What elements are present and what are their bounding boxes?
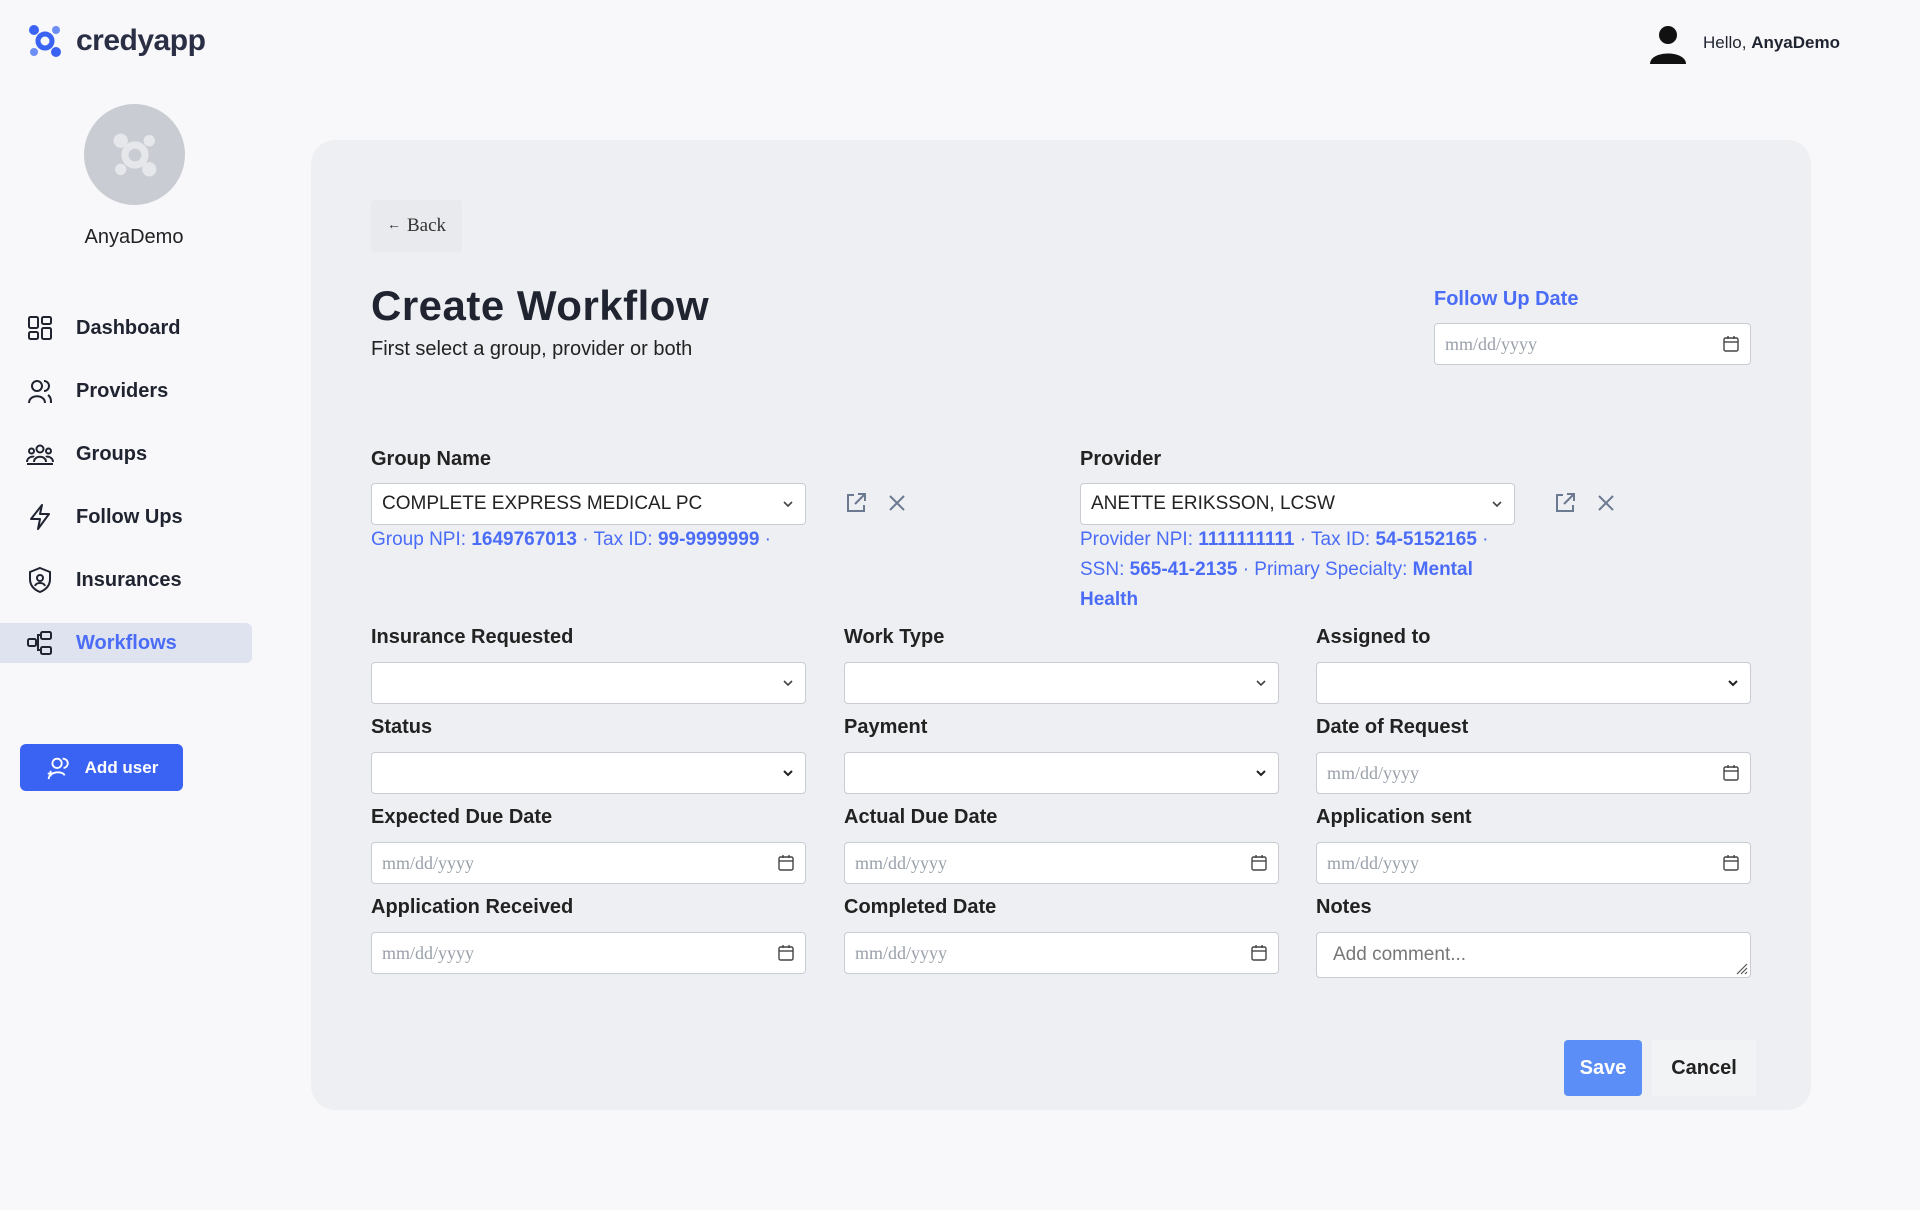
brand-name: credyapp [76,24,206,57]
application-received-label: Application Received [371,896,574,918]
provider-value: ANETTE ERIKSSON, LCSW [1091,493,1335,514]
assigned-to-label: Assigned to [1316,626,1431,648]
greeting-username: AnyaDemo [1751,33,1840,52]
resize-handle-icon[interactable] [1734,961,1748,975]
arrow-left-icon: ← [387,218,401,233]
group-name-value: COMPLETE EXPRESS MEDICAL PC [382,493,703,514]
sidebar-item-label: Workflows [76,631,177,654]
actual-due-date-input[interactable]: mm/dd/yyyy [844,842,1279,884]
sidebar-item-dashboard[interactable]: Dashboard [0,308,252,348]
calendar-icon[interactable] [777,944,795,962]
insurance-requested-label: Insurance Requested [371,626,574,648]
work-type-select[interactable] [844,662,1279,704]
providers-icon [28,380,52,404]
add-user-label: Add user [84,757,159,777]
status-select[interactable] [371,752,806,794]
create-workflow-card: ← Back Create Workflow First select a gr… [311,140,1811,1110]
lightning-icon [30,504,50,530]
application-sent-label: Application sent [1316,806,1472,828]
chevron-down-icon [783,680,793,687]
follow-up-date-input[interactable]: mm/dd/yyyy [1434,323,1751,365]
greeting-text: Hello, AnyaDemo [1702,33,1840,52]
calendar-icon[interactable] [1722,854,1740,872]
expected-due-date-input[interactable]: mm/dd/yyyy [371,842,806,884]
user-avatar-icon [1649,26,1686,64]
chevron-down-icon [1256,770,1266,777]
notes-placeholder: Add comment... [1333,944,1467,965]
credyapp-logo-icon [29,25,61,57]
sidebar-item-label: Dashboard [76,316,181,339]
provider-meta: Provider NPI: 1111111111 · Tax ID: 54-51… [1080,529,1489,610]
application-sent-input[interactable]: mm/dd/yyyy [1316,842,1751,884]
sidebar-item-groups[interactable]: Groups [0,434,252,474]
save-button[interactable]: Save [1564,1040,1642,1096]
assigned-to-select[interactable] [1316,662,1751,704]
chevron-down-icon [1256,680,1266,687]
provider-select[interactable]: ANETTE ERIKSSON, LCSW [1080,483,1515,525]
calendar-icon[interactable] [1250,944,1268,962]
chevron-down-icon [1728,680,1738,687]
chevron-down-icon [1492,501,1502,508]
follow-up-date-label: Follow Up Date [1434,288,1579,310]
sidebar-nav: Dashboard Providers Groups Follow Ups In… [0,308,252,686]
sidebar-item-workflows[interactable]: Workflows [0,623,252,663]
payment-select[interactable] [844,752,1279,794]
back-label: Back [407,215,447,236]
completed-date-label: Completed Date [844,896,997,918]
insurance-requested-select[interactable] [371,662,806,704]
page-title: Create Workflow [371,282,710,329]
cancel-button[interactable]: Cancel [1652,1040,1756,1096]
provider-label: Provider [1080,448,1162,470]
shield-icon [29,566,51,594]
brand-logo[interactable]: credyapp [24,20,206,62]
calendar-icon[interactable] [1250,854,1268,872]
sidebar-item-label: Groups [76,442,148,465]
application-received-input[interactable]: mm/dd/yyyy [371,932,806,974]
profile-avatar[interactable] [84,104,185,205]
groups-icon [26,444,54,465]
calendar-icon[interactable] [777,854,795,872]
workflow-icon [27,631,52,655]
back-button[interactable]: ← Back [371,200,463,252]
sidebar-item-label: Follow Ups [76,505,183,528]
completed-date-input[interactable]: mm/dd/yyyy [844,932,1279,974]
avatar-placeholder-icon [113,133,156,176]
dashboard-icon [28,316,52,340]
group-npi: 1649767013 [471,529,577,550]
status-label: Status [371,716,433,738]
clear-provider-icon[interactable] [1593,490,1619,516]
provider-npi: 1111111111 [1198,529,1295,550]
add-user-icon [47,757,69,779]
open-external-icon[interactable] [843,490,869,516]
sidebar-item-follow-ups[interactable]: Follow Ups [0,497,252,537]
notes-label: Notes [1316,896,1372,918]
add-user-button[interactable]: Add user [20,744,183,791]
group-tax-id: 99-9999999 [657,529,760,550]
sidebar-item-providers[interactable]: Providers [0,371,252,411]
sidebar-item-label: Insurances [76,568,182,591]
provider-tax-id: 54-5152165 [1375,529,1477,550]
work-type-label: Work Type [844,626,945,648]
payment-label: Payment [844,716,928,738]
actual-due-date-label: Actual Due Date [844,806,998,828]
expected-due-date-label: Expected Due Date [371,806,553,828]
group-name-select[interactable]: COMPLETE EXPRESS MEDICAL PC [371,483,806,525]
group-meta: Group NPI: 1649767013 · Tax ID: 99-99999… [371,529,771,550]
clear-group-icon[interactable] [884,490,910,516]
chevron-down-icon [783,770,793,777]
date-of-request-label: Date of Request [1316,716,1469,738]
calendar-icon[interactable] [1722,335,1740,353]
chevron-down-icon [783,501,793,508]
calendar-icon[interactable] [1722,764,1740,782]
page-subtitle: First select a group, provider or both [371,338,693,360]
date-of-request-input[interactable]: mm/dd/yyyy [1316,752,1751,794]
user-menu[interactable]: Hello, AnyaDemo [1647,22,1840,64]
open-external-icon[interactable] [1552,490,1578,516]
notes-textarea[interactable]: Add comment... [1316,932,1751,978]
sidebar-item-insurances[interactable]: Insurances [0,560,252,600]
group-name-label: Group Name [371,448,492,470]
profile-name: AnyaDemo [84,226,184,248]
provider-ssn: 565-41-2135 [1129,559,1238,580]
sidebar-item-label: Providers [76,379,169,402]
